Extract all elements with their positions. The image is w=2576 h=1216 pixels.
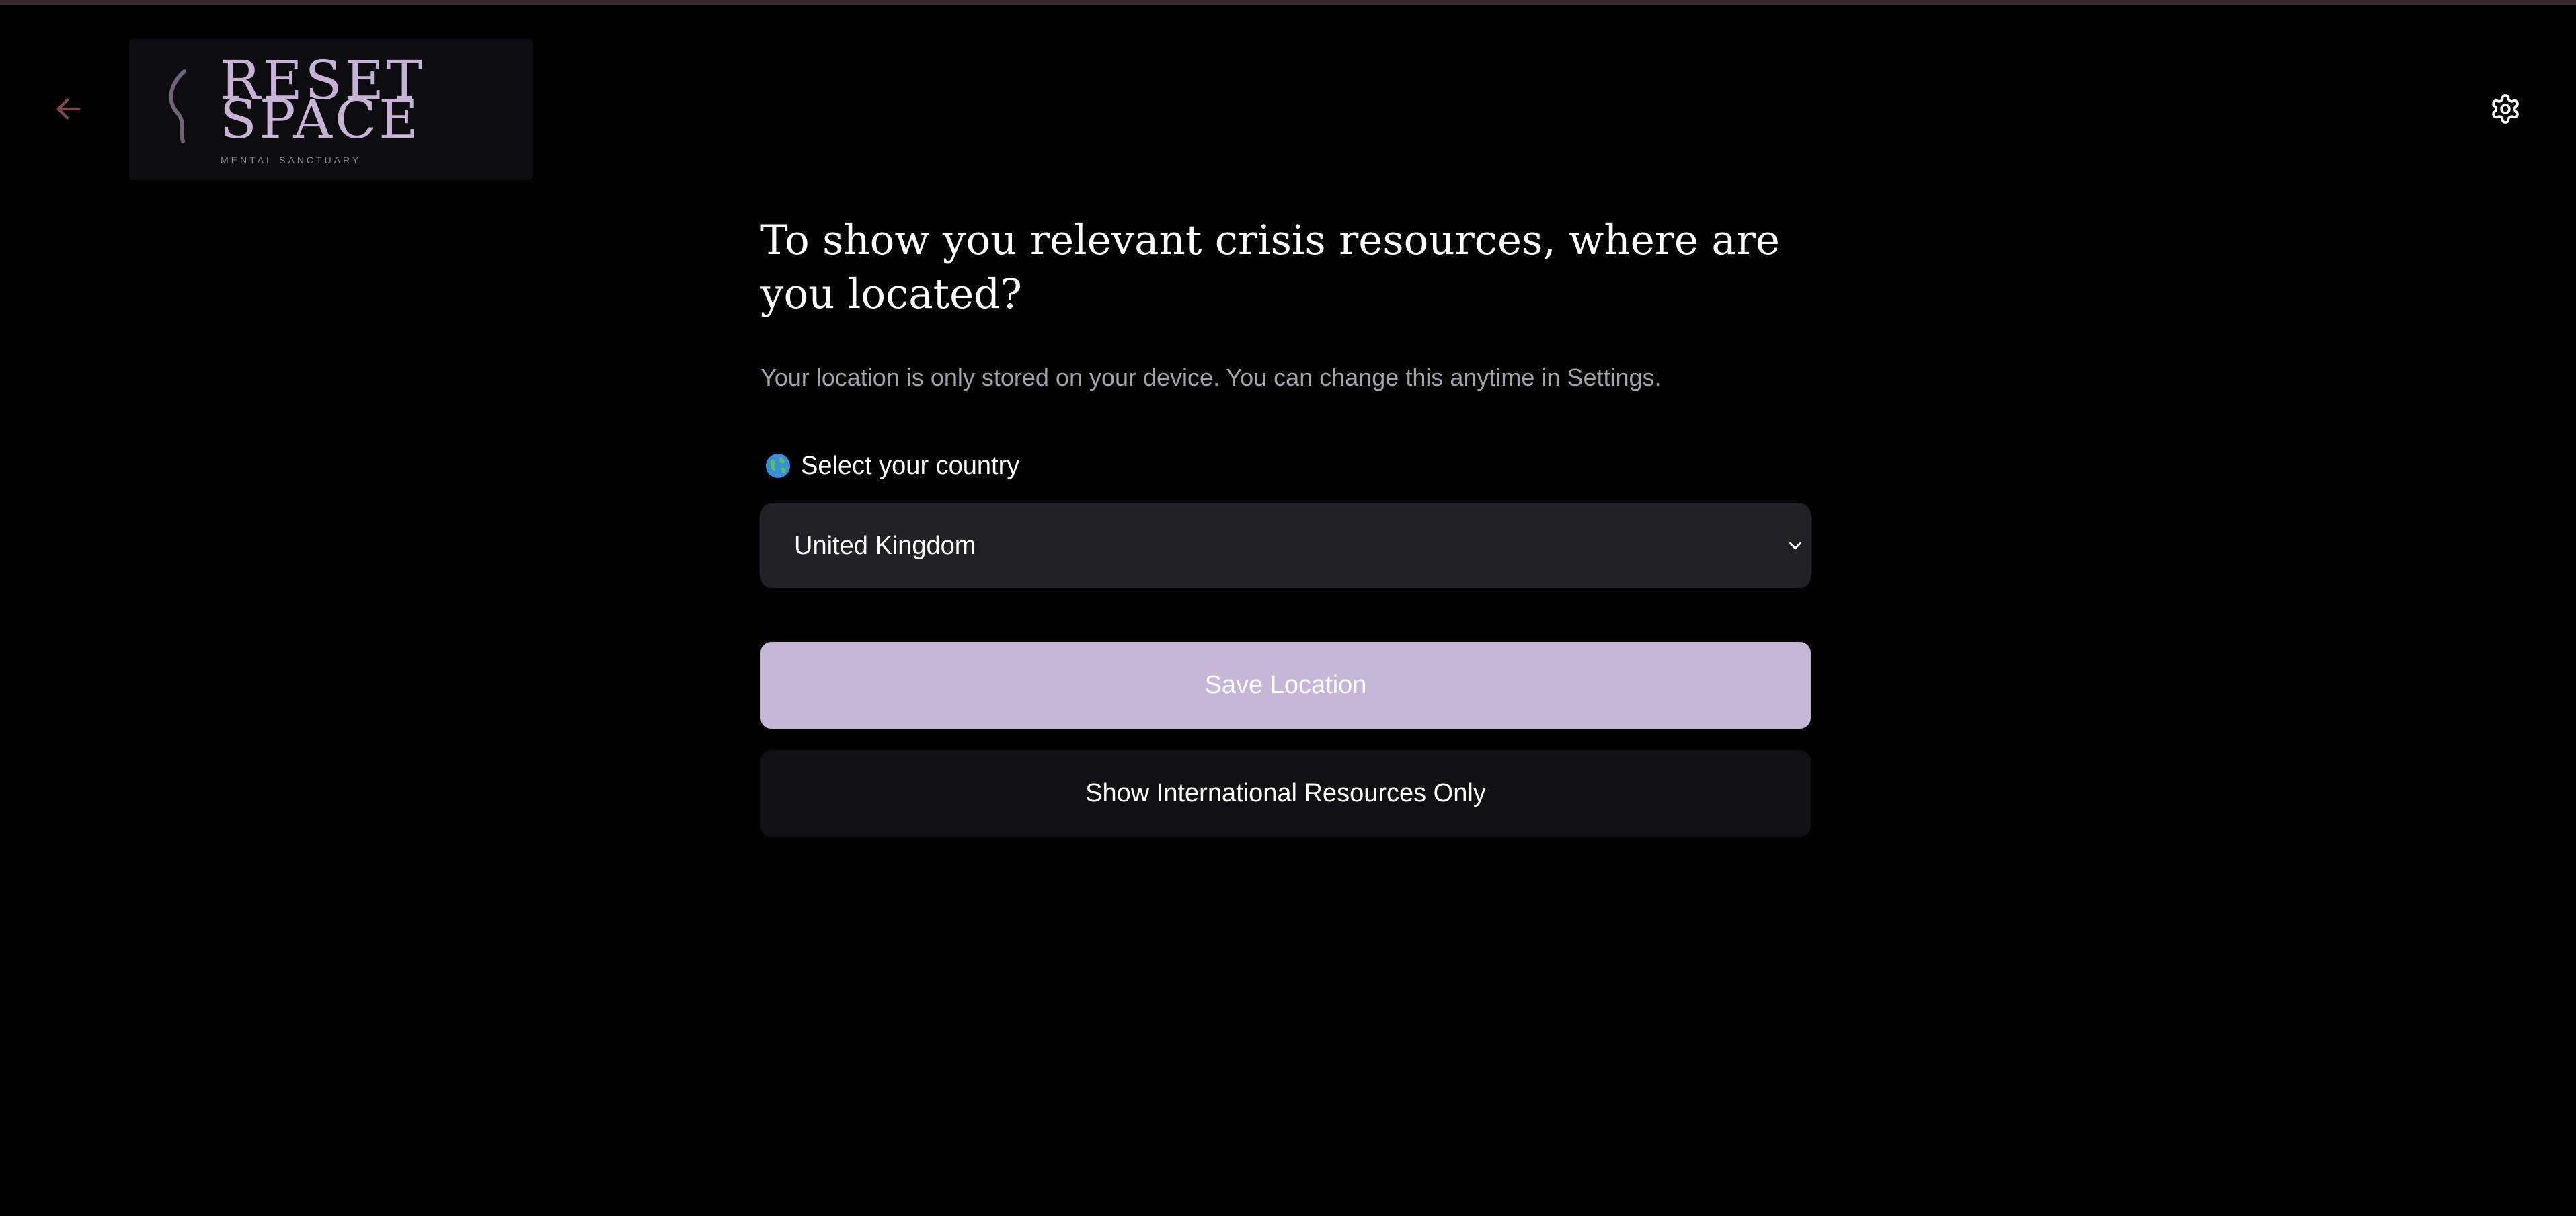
top-accent-strip [0, 0, 2576, 5]
arrow-left-icon [56, 98, 81, 120]
app-logo[interactable]: RESET SPACE MENTAL SANCTUARY [129, 39, 533, 180]
globe-icon [766, 454, 790, 478]
privacy-note: Your location is only stored on your dev… [760, 364, 1662, 391]
page-title: To show you relevant crisis resources, w… [760, 216, 1781, 318]
country-select[interactable]: United Kingdom [760, 503, 1811, 588]
back-button[interactable] [48, 89, 89, 129]
chevron-down-icon [1789, 542, 1801, 550]
settings-button[interactable] [2488, 89, 2523, 129]
location-setup-panel: To show you relevant crisis resources, w… [760, 214, 1811, 837]
logo-tagline: MENTAL SANCTUARY [221, 155, 362, 165]
logo-wordmark-line2: SPACE [220, 88, 421, 151]
country-label-text: Select your country [801, 452, 1020, 480]
swirl-icon [169, 69, 186, 143]
selected-country: United Kingdom [794, 532, 976, 560]
save-location-button[interactable]: Save Location [760, 642, 1811, 729]
country-field-label: Select your country [760, 449, 1811, 483]
gear-icon [2492, 94, 2519, 124]
international-resources-button[interactable]: Show International Resources Only [760, 750, 1811, 837]
